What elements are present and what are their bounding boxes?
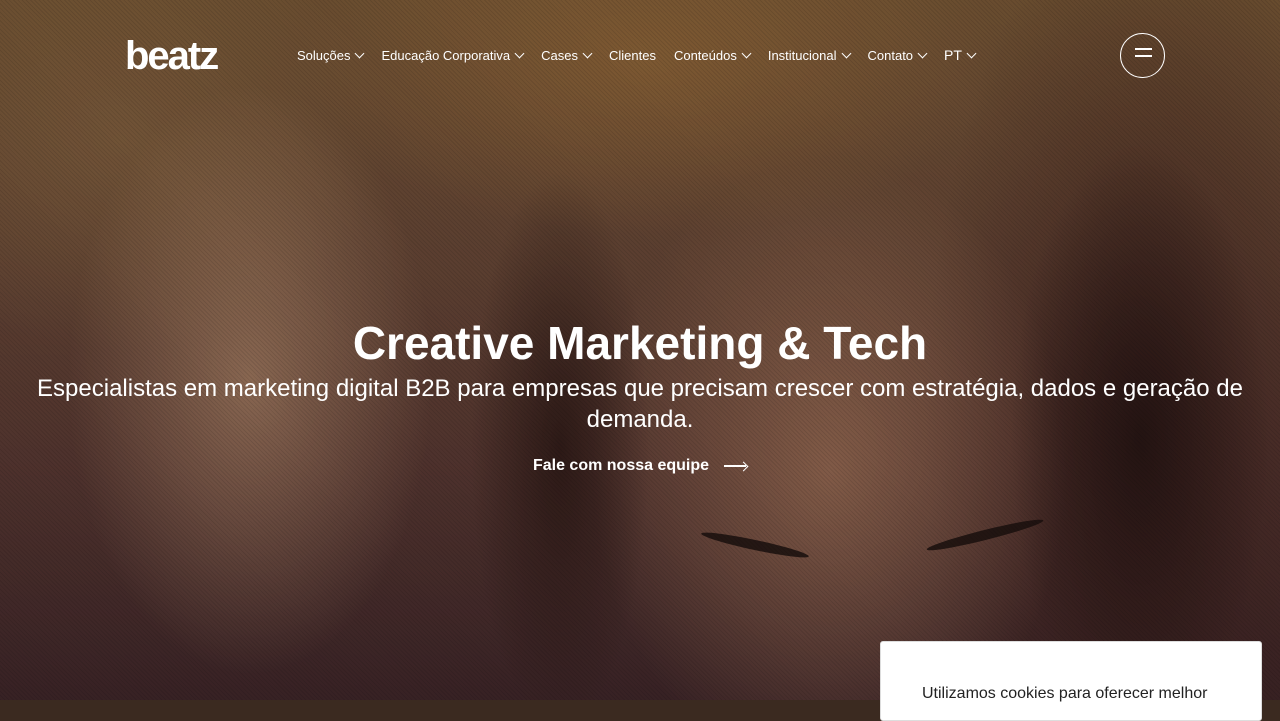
nav-item-label: Institucional xyxy=(767,47,837,63)
nav-item-label: Soluções xyxy=(297,47,351,63)
nav-item-conteudos[interactable]: Conteúdos xyxy=(673,44,752,66)
chevron-down-icon xyxy=(841,48,851,58)
main-navigation: Soluções Educação Corporativa Cases Clie… xyxy=(297,44,993,66)
nav-item-clientes[interactable]: Clientes xyxy=(609,44,656,66)
chevron-down-icon xyxy=(966,48,977,58)
language-selector[interactable]: PT xyxy=(944,44,977,66)
cookie-text: Utilizamos cookies para oferecer melhor xyxy=(922,685,1208,702)
arrow-right-icon xyxy=(724,461,749,471)
nav-item-label: Cases xyxy=(541,47,578,63)
cookie-banner: Utilizamos cookies para oferecer melhor xyxy=(880,641,1262,721)
nav-item-institucional[interactable]: Institucional xyxy=(767,44,851,66)
menu-button[interactable] xyxy=(1120,33,1165,78)
nav-item-label: Clientes xyxy=(608,47,656,63)
nav-item-solucoes[interactable]: Soluções xyxy=(297,44,365,66)
nav-item-cases[interactable]: Cases xyxy=(541,44,593,66)
beatz-logo[interactable]: beatz xyxy=(125,36,219,76)
nav-item-contato[interactable]: Contato xyxy=(867,44,928,66)
contact-team-button[interactable]: Fale com nossa equipe xyxy=(532,457,749,475)
language-label: PT xyxy=(944,47,962,63)
nav-item-educacao-corporativa[interactable]: Educação Corporativa xyxy=(381,44,525,66)
nav-item-label: Contato xyxy=(867,47,914,63)
chevron-down-icon xyxy=(355,48,365,58)
nav-item-label: Conteúdos xyxy=(673,47,737,63)
site-header: beatz Soluções Educação Corporativa Case… xyxy=(0,0,1280,110)
hero-subtitle: Especialistas em marketing digital B2B p… xyxy=(37,375,1243,433)
nav-item-label: Educação Corporativa xyxy=(381,47,511,63)
hero-title: Creative Marketing & Tech xyxy=(352,317,928,369)
chevron-down-icon xyxy=(741,48,752,58)
chevron-down-icon xyxy=(582,48,593,58)
hero-section: Creative Marketing & Tech Especialistas … xyxy=(0,316,1280,475)
chevron-down-icon xyxy=(514,48,525,58)
cta-label: Fale com nossa equipe xyxy=(532,457,710,474)
chevron-down-icon xyxy=(917,48,928,58)
